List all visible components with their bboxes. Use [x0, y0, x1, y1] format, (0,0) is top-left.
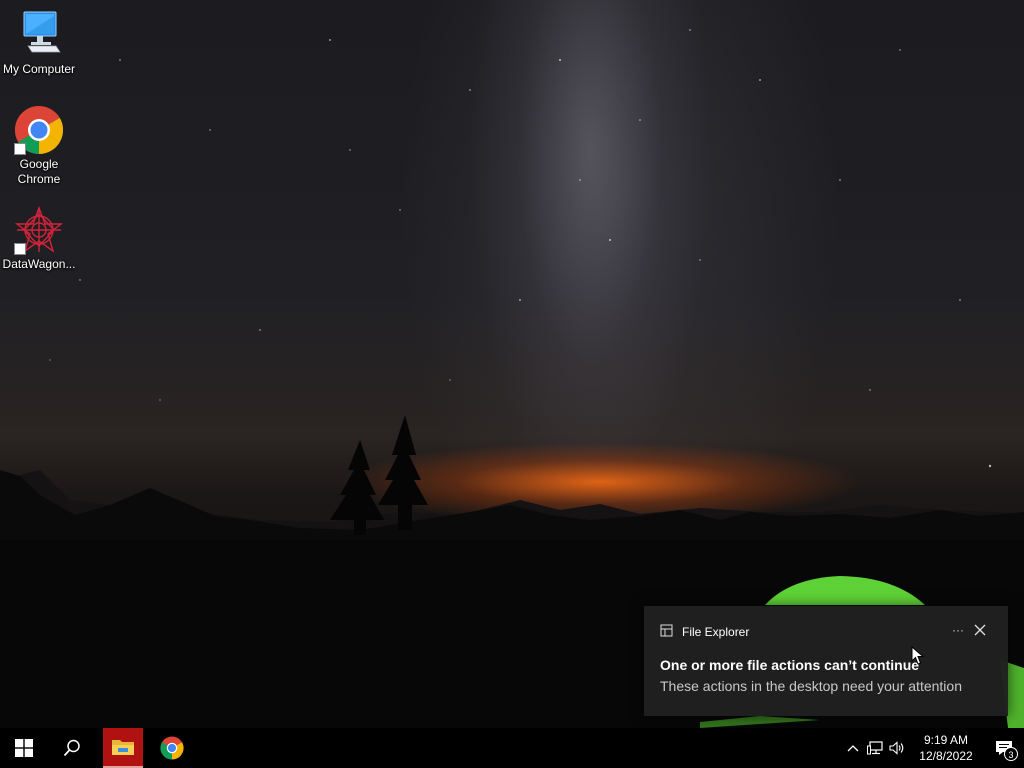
show-hidden-icons-button[interactable] — [842, 728, 864, 768]
desktop-icon-label: My Computer — [2, 62, 76, 76]
mouse-cursor-icon — [911, 645, 925, 671]
search-icon — [63, 739, 80, 757]
file-explorer-icon — [112, 740, 134, 755]
desktop[interactable]: My Computer Google Chrome DataWagon... F… — [0, 0, 1024, 728]
start-button[interactable] — [0, 728, 48, 768]
more-options-icon[interactable]: ··· — [950, 622, 966, 638]
toast-body: These actions in the desktop need your a… — [660, 678, 962, 694]
toast-notification[interactable]: File Explorer ··· One or more file actio… — [644, 606, 1008, 716]
monitor-icon — [14, 10, 64, 60]
taskbar-google-chrome[interactable] — [150, 728, 194, 768]
shortcut-arrow-icon — [14, 243, 26, 255]
toast-app-header: File Explorer — [660, 624, 749, 640]
action-center-button[interactable]: 3 — [984, 728, 1024, 768]
close-icon[interactable] — [972, 622, 988, 638]
speaker-icon — [889, 741, 904, 755]
volume-button[interactable] — [886, 728, 908, 768]
system-tray: 9:19 AM 12/8/2022 3 — [842, 728, 1024, 768]
desktop-icon-my-computer[interactable]: My Computer — [0, 10, 78, 77]
clock-date: 12/8/2022 — [919, 749, 973, 763]
clock-button[interactable]: 9:19 AM 12/8/2022 — [914, 732, 978, 764]
toast-title: One or more file actions can’t continue — [660, 657, 920, 673]
desktop-icon-google-chrome[interactable]: Google Chrome — [0, 105, 78, 187]
notification-count-badge: 3 — [1004, 747, 1018, 761]
clock-time: 9:19 AM — [923, 733, 969, 747]
chrome-icon — [14, 105, 64, 155]
taskbar-file-explorer[interactable] — [103, 728, 143, 768]
chevron-up-icon — [847, 745, 859, 752]
shortcut-arrow-icon — [14, 143, 26, 155]
datawagon-icon — [14, 205, 64, 255]
taskbar: 9:19 AM 12/8/2022 3 — [0, 728, 1024, 768]
file-explorer-small-icon — [660, 624, 673, 640]
toast-app-name: File Explorer — [682, 625, 750, 639]
desktop-icon-label: DataWagon... — [2, 257, 76, 271]
search-button[interactable] — [48, 728, 96, 768]
desktop-icon-label: Google Chrome — [17, 157, 61, 186]
desktop-icon-datawagon[interactable]: DataWagon... — [0, 205, 78, 272]
network-icon — [867, 741, 883, 755]
chrome-icon — [160, 736, 184, 760]
start-icon — [15, 739, 33, 757]
network-button[interactable] — [864, 728, 886, 768]
